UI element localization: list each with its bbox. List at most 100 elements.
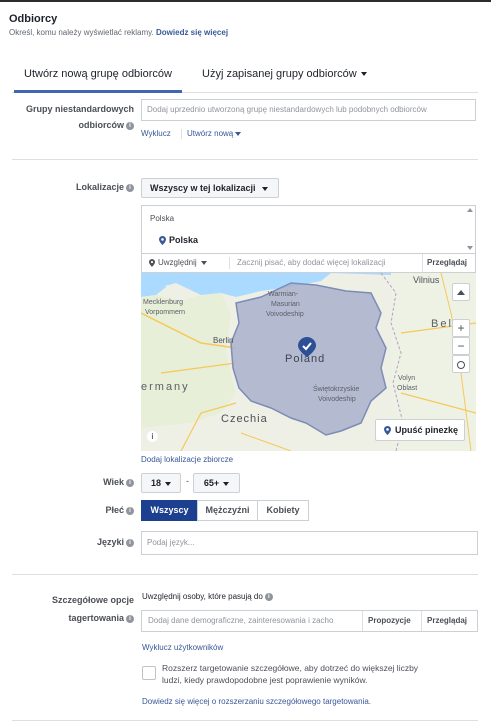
selected-locations-box: Polska Polska	[141, 205, 476, 253]
languages-label: Języki i	[12, 534, 134, 550]
drop-pin-label: Upuść pinezkę	[395, 425, 459, 435]
chevron-down-icon	[235, 131, 242, 136]
label-line: Szczegółowe opcje	[51, 595, 134, 605]
age-min-dropdown[interactable]: 18	[141, 473, 181, 493]
detailed-targeting-input[interactable]: Dodaj dane demograficzne, zainteresowani…	[148, 611, 333, 631]
label-text: Wiek	[103, 477, 124, 487]
map-pin-icon	[384, 426, 391, 436]
section-divider	[12, 574, 478, 575]
bar-separator	[362, 611, 363, 631]
location-label: Lokalizacje i	[12, 179, 134, 195]
map-pin-icon	[298, 337, 316, 357]
recenter-button[interactable]	[452, 355, 470, 373]
language-input[interactable]: Podaj język...	[141, 531, 478, 555]
bar-separator	[229, 257, 230, 269]
label-text: Języki	[96, 537, 124, 547]
chevron-up-icon	[457, 290, 465, 296]
text-line: Rozszerz targetowanie szczegółowe, aby d…	[162, 663, 419, 673]
target-icon	[457, 360, 465, 369]
link-label: Utwórz nową	[187, 129, 234, 138]
chevron-down-icon	[360, 72, 367, 77]
bulk-locations-link[interactable]: Dodaj lokalizacje zbiorcze	[141, 455, 233, 464]
info-icon[interactable]: i	[126, 614, 134, 623]
section-subtitle: Określ, komu należy wyświetlać reklamy. …	[9, 28, 228, 37]
input-placeholder: Podaj język...	[147, 538, 195, 547]
browse-locations-button[interactable]: Przeglądaj	[427, 258, 467, 267]
chevron-down-icon	[165, 481, 171, 486]
exclude-link[interactable]: Wyklucz	[141, 129, 171, 138]
tab-label: Utwórz nową grupę odbiorców	[24, 68, 172, 80]
selected-location-item[interactable]: Polska	[159, 235, 199, 246]
location-search-bar: Uwzględnij Zacznij pisać, aby dodać więc…	[141, 253, 476, 273]
map-pin-icon	[159, 236, 166, 246]
age-max-value: 65+	[203, 478, 220, 488]
info-icon[interactable]: i	[126, 538, 134, 547]
zoom-out-button[interactable]: −	[452, 337, 470, 355]
create-new-audience-link[interactable]: Utwórz nową	[187, 129, 242, 138]
include-label: Uwzględnij	[158, 258, 197, 267]
audience-tabs: Utwórz nową grupę odbiorców Użyj zapisan…	[12, 59, 478, 93]
age-min-value: 18	[150, 478, 161, 488]
age-label: Wiek i	[12, 474, 134, 490]
map-label: Masurian	[271, 301, 300, 308]
map-label: Czechia	[221, 413, 268, 425]
zoom-in-button[interactable]: +	[452, 319, 470, 337]
tab-label: Użyj zapisanej grupy odbiorców	[202, 68, 357, 80]
drop-pin-button[interactable]: Upuść pinezkę	[375, 419, 465, 441]
map-label: Vilnius	[413, 275, 440, 285]
tab-create-new-audience[interactable]: Utwórz nową grupę odbiorców	[14, 68, 182, 93]
section-title: Odbiorcy	[9, 13, 58, 25]
label-line: odbiorców	[78, 120, 125, 130]
info-icon[interactable]: i	[126, 121, 134, 130]
chevron-down-icon	[261, 186, 268, 191]
location-type-dropdown[interactable]: Wszyscy w tej lokalizacji	[141, 178, 279, 198]
label-line: tagertowania	[68, 613, 124, 623]
map-label: Vorpommern	[145, 309, 186, 316]
browse-targeting-button[interactable]: Przeglądaj	[427, 611, 467, 631]
suggestions-button[interactable]: Propozycje	[368, 611, 411, 631]
expand-targeting-text: Rozszerz targetowanie szczegółowe, aby d…	[162, 662, 418, 686]
plus-icon: +	[457, 321, 465, 335]
learn-more-link[interactable]: Dowiedz się więcej	[156, 28, 228, 37]
location-map[interactable]: Warmian- Masurian Voivodeship Vilnius Me…	[141, 273, 476, 451]
detailed-targeting-label: Szczegółowe opcje tagertowania i	[12, 592, 134, 626]
exclude-users-link[interactable]: Wyklucz użytkowników	[142, 643, 223, 652]
bar-separator	[422, 254, 423, 272]
label-text: Płeć	[105, 505, 124, 515]
chevron-down-icon	[223, 481, 230, 486]
include-dropdown[interactable]: Uwzględnij	[149, 258, 207, 267]
dropdown-label: Wszyscy w tej lokalizacji	[150, 183, 256, 193]
age-max-dropdown[interactable]: 65+	[193, 473, 240, 493]
map-label: Mecklenburg	[143, 299, 184, 306]
gender-option-all[interactable]: Wszyscy	[141, 500, 198, 521]
map-label: Volyn	[398, 375, 416, 382]
map-label: Voivodeship	[318, 396, 356, 403]
link-separator	[181, 129, 182, 139]
custom-audience-input[interactable]: Dodaj uprzednio utworzoną grupę niestand…	[141, 99, 476, 121]
scrollbar[interactable]	[467, 208, 473, 252]
location-search-input[interactable]: Zacznij pisać, aby dodać więcej lokaliza…	[237, 258, 386, 267]
bar-separator	[421, 611, 422, 631]
info-icon[interactable]: i	[126, 478, 134, 487]
map-label: Warmian-	[268, 291, 299, 298]
map-label: Bel	[431, 318, 453, 330]
detailed-targeting-bar: Dodaj dane demograficzne, zainteresowani…	[141, 610, 478, 632]
expand-targeting-checkbox[interactable]	[142, 666, 156, 680]
section-divider	[12, 720, 478, 721]
location-name: Polska	[169, 235, 199, 245]
map-label: Oblast	[397, 385, 418, 392]
info-icon[interactable]: i	[264, 592, 273, 601]
learn-more-expand-link[interactable]: Dowiedz się więcej o rozszerzaniu szczeg…	[142, 697, 371, 706]
label-line: Grupy niestandardowych	[25, 104, 134, 114]
gender-option-men[interactable]: Mężczyźni	[197, 500, 258, 521]
map-info-icon[interactable]: i	[147, 431, 158, 442]
info-icon[interactable]: i	[126, 506, 134, 515]
include-people-text: Uwzględnij osoby, które pasują do i	[142, 592, 273, 601]
map-collapse-button[interactable]	[452, 283, 470, 301]
gender-option-women[interactable]: Kobiety	[257, 500, 309, 521]
text-line: ludzi, kiedy prawdopodobne jest poprawie…	[162, 675, 368, 685]
tab-use-saved-audience[interactable]: Użyj zapisanej grupy odbiorców	[202, 68, 367, 80]
info-icon[interactable]: i	[126, 183, 134, 192]
include-text: Uwzględnij osoby, które pasują do	[142, 592, 263, 601]
section-divider	[12, 159, 478, 160]
